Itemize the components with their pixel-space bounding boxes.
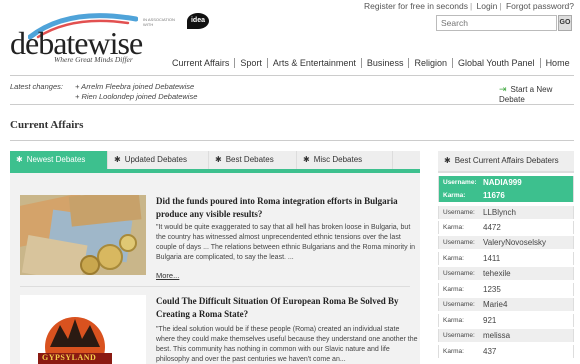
debater-karma: 11676 [483,191,505,200]
debate-tabs: ✱ Newest Debates ✱ Updated Debates ✱ Best D… [10,151,420,173]
divider [10,75,574,76]
star-icon: ✱ [303,155,310,164]
username-label: Username: [443,301,475,308]
debate-title[interactable]: Could The Difficult Situation Of Europea… [156,295,418,321]
start-new-debate-link[interactable]: ⇥ Start a New Debate [499,84,580,104]
list-item: Did the funds poured into Roma integrati… [20,183,415,293]
nav-item-home[interactable]: Home [539,58,575,68]
debate-excerpt: "It would be quite exaggerated to say th… [156,224,416,261]
star-icon: ✱ [114,155,121,164]
username-label: Username: [443,179,477,186]
karma-label: Karma: [443,286,464,293]
debater-username[interactable]: tehexile [483,267,511,280]
tab-label: Updated Debates [124,155,187,164]
username-label: Username: [443,239,475,246]
latest-change-item[interactable]: + Rien Loolondep joined Debatewise [75,92,197,101]
idea-logo[interactable]: idea [187,13,209,29]
nav-item-arts[interactable]: Arts & Entertainment [266,58,361,68]
username-label: Username: [443,332,475,339]
debater-karma: 437 [483,347,497,356]
debater-karma: 1411 [483,254,501,263]
username-label: Username: [443,209,475,216]
username-label: Username: [443,270,475,277]
debater-username[interactable]: NADIA999 [483,176,522,189]
karma-label: Karma: [443,224,464,231]
arrow-right-icon: ⇥ [499,84,507,94]
debater-karma-row: Karma: 921 [438,314,574,327]
logo-tagline: Where Great Minds Differ [54,55,133,64]
euro-banknotes-image[interactable] [20,195,146,275]
latest-changes-label: Latest changes: [10,82,63,91]
karma-label: Karma: [443,192,466,199]
start-new-debate-label: Start a New Debate [499,85,553,104]
section-title: Current Affairs [10,119,84,131]
poster-caption: GYPSYLAND [42,353,97,362]
best-debaters-header: ✱ Best Current Affairs Debaters [438,151,574,173]
tab-newest-debates[interactable]: ✱ Newest Debates [10,151,108,169]
forgot-password-link[interactable]: Forgot password? [506,1,574,11]
tab-label: Newest Debates [26,155,86,164]
debater-karma: 4472 [483,223,501,232]
divider [20,286,410,287]
more-link[interactable]: More... [156,271,179,280]
nav-item-current-affairs[interactable]: Current Affairs [172,58,234,68]
nav-item-religion[interactable]: Religion [408,58,452,68]
debater-username[interactable]: ValeryNovoselsky [483,236,546,249]
main-nav: Current Affairs Sport Arts & Entertainment… [172,58,575,68]
top-links: Register for free in seconds | Login | For… [364,1,574,11]
debater-username-row[interactable]: Username: melissa [438,329,574,342]
logo-association: IN ASSOCIATION WITH [143,17,175,27]
karma-label: Karma: [443,317,464,324]
debater-username-row[interactable]: Username: LLBlynch [438,206,574,219]
latest-change-item[interactable]: + Arrelm Fleebra joined Debatewise [75,82,194,91]
debater-karma-row: Karma: 1235 [438,283,574,296]
debater-username-row[interactable]: Username: NADIA999 [438,176,574,189]
list-item: GYPSYLAND Could The Difficult Situation … [20,291,418,364]
debater-username-row[interactable]: Username: tehexile [438,267,574,280]
gypsyland-poster-image[interactable]: GYPSYLAND [20,295,146,364]
debater-username-row[interactable]: Username: ValeryNovoselsky [438,236,574,249]
debater-karma: 921 [483,316,497,325]
nav-item-global-youth-panel[interactable]: Global Youth Panel [451,58,540,68]
karma-label: Karma: [443,255,464,262]
debater-karma-row: Karma: 437 [438,345,574,358]
debate-list: Did the funds poured into Roma integrati… [10,173,420,364]
search-box: GO [436,15,572,31]
debater-username[interactable]: LLBlynch [483,206,516,219]
tab-label: Best Debates [225,155,274,164]
debate-excerpt: "The ideal solution would be if these pe… [156,326,418,363]
debater-karma-row: Karma: 11676 [438,189,574,202]
login-link[interactable]: Login [477,1,498,11]
star-icon: ✱ [444,156,451,165]
star-icon: ✱ [16,155,23,164]
divider [10,140,574,141]
debater-username[interactable]: Marie4 [483,298,507,311]
register-link[interactable]: Register for free in seconds [364,1,468,11]
debate-title[interactable]: Did the funds poured into Roma integrati… [156,195,418,221]
best-debaters-title: Best Current Affairs Debaters [454,156,559,165]
debater-karma-row: Karma: 1411 [438,252,574,265]
tab-updated-debates[interactable]: ✱ Updated Debates [108,151,209,169]
tab-best-debates[interactable]: ✱ Best Debates [209,151,297,169]
karma-label: Karma: [443,348,464,355]
search-input[interactable] [436,15,557,31]
star-icon: ✱ [215,155,222,164]
tab-misc-debates[interactable]: ✱ Misc Debates [297,151,393,169]
debater-username[interactable]: melissa [483,329,510,342]
search-go-button[interactable]: GO [558,15,572,31]
logo[interactable]: debatewise Where Great Minds Differ IN A… [10,11,209,71]
tab-label: Misc Debates [313,155,363,164]
nav-item-business[interactable]: Business [360,58,409,68]
debater-username-row[interactable]: Username: Marie4 [438,298,574,311]
debater-karma-row: Karma: 4472 [438,221,574,234]
debater-karma: 1235 [483,285,501,294]
divider [10,104,574,105]
nav-item-sport[interactable]: Sport [234,58,267,68]
